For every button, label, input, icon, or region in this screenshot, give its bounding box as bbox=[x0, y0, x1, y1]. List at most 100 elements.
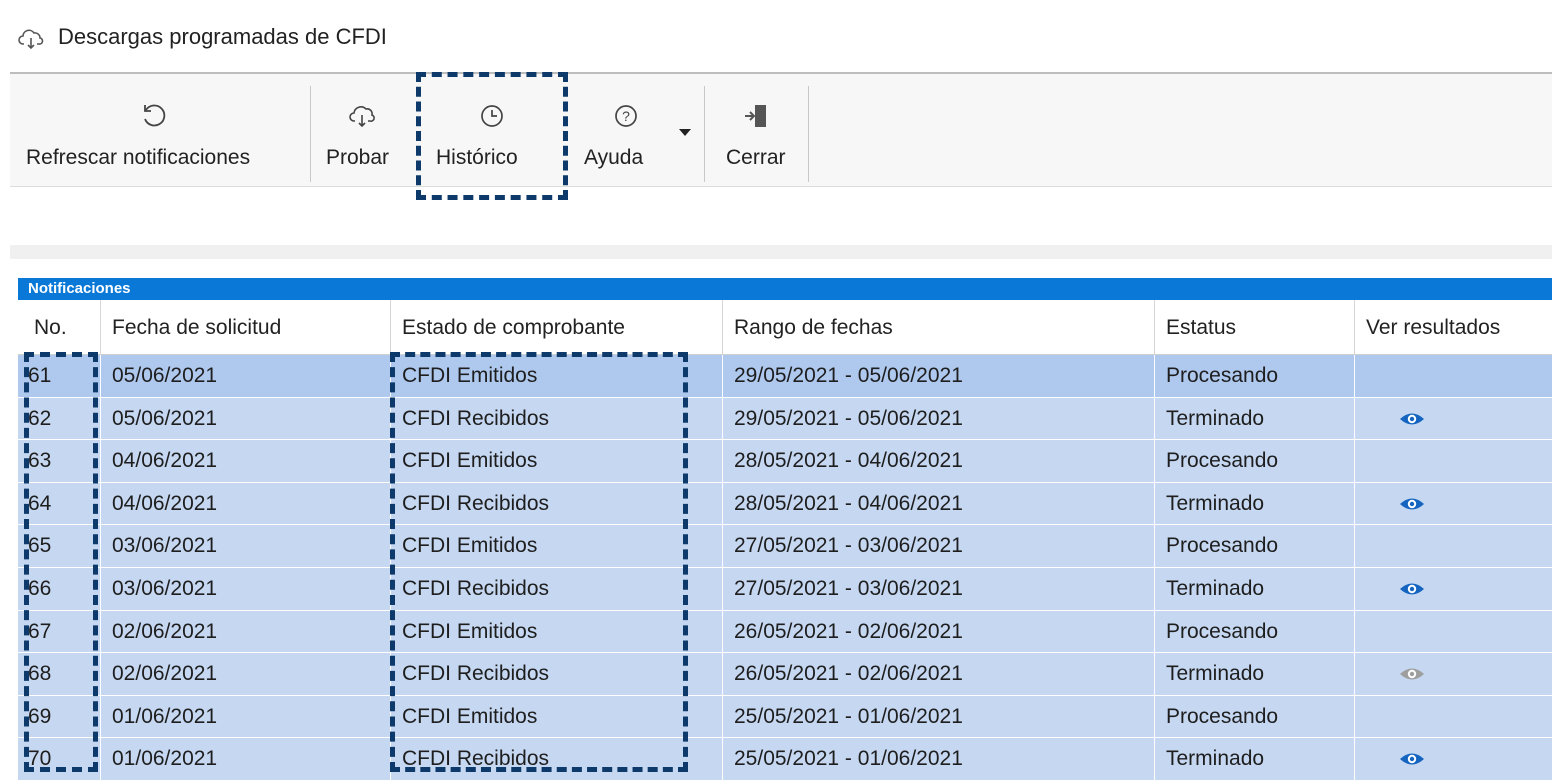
cell-separator bbox=[722, 482, 723, 525]
cell-separator bbox=[1354, 738, 1355, 780]
table-row[interactable]: 61 05/06/2021 CFDI Emitidos 29/05/2021 - 05… bbox=[18, 355, 1552, 398]
cell-separator bbox=[100, 567, 101, 610]
cell-separator bbox=[722, 567, 723, 610]
cerrar-button[interactable]: Cerrar bbox=[708, 74, 808, 186]
filter-area bbox=[10, 187, 1552, 245]
cell-separator bbox=[100, 610, 101, 653]
cell-separator bbox=[1354, 440, 1355, 482]
cell-fecha: 05/06/2021 bbox=[112, 364, 218, 387]
group-title: Notificaciones bbox=[28, 280, 131, 297]
cloud-download-icon bbox=[349, 106, 375, 128]
cell-fecha: 03/06/2021 bbox=[112, 534, 218, 558]
cell-separator bbox=[1354, 355, 1355, 397]
cell-separator bbox=[722, 525, 723, 567]
toolbar: Refrescar notificaciones Probar Históric… bbox=[10, 74, 1552, 187]
cell-separator bbox=[1354, 653, 1355, 695]
probar-label: Probar bbox=[326, 146, 390, 169]
cell-estatus: Procesando bbox=[1166, 364, 1279, 387]
table-row[interactable]: 64 04/06/2021 CFDI Recibidos 28/05/2021 - 0… bbox=[18, 482, 1552, 526]
cell-fecha: 02/06/2021 bbox=[112, 619, 218, 643]
table-row[interactable]: 67 02/06/2021 CFDI Emitidos 26/05/2021 - 02… bbox=[18, 610, 1552, 654]
cell-rango: 29/05/2021 - 05/06/2021 bbox=[734, 364, 963, 387]
ayuda-label: Ayuda bbox=[584, 146, 644, 169]
view-results-icon[interactable] bbox=[1398, 750, 1426, 768]
view-results-icon[interactable] bbox=[1398, 410, 1426, 428]
cell-separator bbox=[1354, 397, 1355, 440]
cell-separator bbox=[722, 397, 723, 440]
cell-fecha: 04/06/2021 bbox=[112, 491, 218, 515]
notifications-group-header: Notificaciones bbox=[18, 278, 1552, 300]
cell-separator bbox=[722, 653, 723, 695]
table-row[interactable]: 62 05/06/2021 CFDI Recibidos 29/05/2021 - 0… bbox=[18, 397, 1552, 441]
column-separator bbox=[1354, 300, 1355, 354]
table-row[interactable]: 63 04/06/2021 CFDI Emitidos 28/05/2021 - 04… bbox=[18, 440, 1552, 483]
cell-separator bbox=[722, 355, 723, 397]
toolbar-separator bbox=[808, 86, 809, 182]
column-separator bbox=[100, 300, 101, 354]
cell-rango: 28/05/2021 - 04/06/2021 bbox=[734, 449, 963, 473]
table-row[interactable]: 66 03/06/2021 CFDI Recibidos 27/05/2021 - 0… bbox=[18, 567, 1552, 611]
cell-separator bbox=[100, 525, 101, 567]
cell-estatus: Terminado bbox=[1166, 662, 1265, 686]
splitter bbox=[10, 245, 1552, 259]
view-results-icon[interactable] bbox=[1398, 495, 1426, 513]
cell-separator bbox=[1154, 653, 1155, 695]
cell-separator bbox=[100, 482, 101, 525]
view-results-icon[interactable] bbox=[1398, 580, 1426, 598]
cell-separator bbox=[1354, 610, 1355, 653]
dropdown-arrow-icon[interactable] bbox=[677, 128, 693, 138]
ayuda-button[interactable]: ? Ayuda bbox=[570, 74, 702, 186]
cell-estatus: Procesando bbox=[1166, 704, 1279, 728]
refresh-notifications-button[interactable]: Refrescar notificaciones bbox=[10, 74, 310, 186]
number-column-highlight bbox=[24, 352, 98, 772]
cell-rango: 26/05/2021 - 02/06/2021 bbox=[734, 662, 963, 686]
cell-separator bbox=[722, 738, 723, 780]
cell-separator bbox=[1354, 525, 1355, 567]
column-header-estatus[interactable]: Estatus bbox=[1166, 316, 1236, 340]
cell-rango: 28/05/2021 - 04/06/2021 bbox=[734, 491, 963, 515]
notifications-table-body: 61 05/06/2021 CFDI Emitidos 29/05/2021 - 05… bbox=[18, 355, 1552, 781]
probar-button[interactable]: Probar bbox=[314, 74, 410, 186]
cell-rango: 29/05/2021 - 05/06/2021 bbox=[734, 406, 963, 430]
view-results-icon-disabled bbox=[1400, 668, 1424, 680]
column-header-fecha[interactable]: Fecha de solicitud bbox=[112, 316, 281, 340]
cell-separator bbox=[722, 695, 723, 738]
cell-rango: 27/05/2021 - 03/06/2021 bbox=[734, 534, 963, 558]
historico-highlight bbox=[416, 72, 568, 200]
table-row[interactable]: 70 01/06/2021 CFDI Recibidos 25/05/2021 - 0… bbox=[18, 738, 1552, 781]
table-row[interactable]: 68 02/06/2021 CFDI Recibidos 26/05/2021 - 0… bbox=[18, 653, 1552, 696]
cell-separator bbox=[100, 653, 101, 695]
table-row[interactable]: 69 01/06/2021 CFDI Emitidos 25/05/2021 - 01… bbox=[18, 695, 1552, 739]
column-header-estado[interactable]: Estado de comprobante bbox=[402, 316, 625, 340]
cell-separator bbox=[1154, 525, 1155, 567]
toolbar-separator bbox=[310, 86, 311, 182]
cell-separator bbox=[1354, 695, 1355, 738]
column-header-ver[interactable]: Ver resultados bbox=[1366, 316, 1500, 340]
cell-separator bbox=[1154, 610, 1155, 653]
refresh-icon bbox=[144, 104, 166, 127]
svg-text:?: ? bbox=[622, 108, 630, 124]
cell-separator bbox=[1154, 482, 1155, 525]
cell-estatus: Terminado bbox=[1166, 747, 1265, 771]
cell-separator bbox=[722, 440, 723, 482]
cell-estatus: Procesando bbox=[1166, 534, 1279, 558]
cell-fecha: 03/06/2021 bbox=[112, 576, 218, 600]
cerrar-label: Cerrar bbox=[726, 146, 786, 169]
cloud-download-icon bbox=[18, 29, 44, 50]
table-row[interactable]: 65 03/06/2021 CFDI Emitidos 27/05/2021 - 03… bbox=[18, 525, 1552, 568]
cell-estatus: Procesando bbox=[1166, 449, 1279, 473]
cell-fecha: 05/06/2021 bbox=[112, 406, 218, 430]
window-title: Descargas programadas de CFDI bbox=[58, 24, 387, 49]
cell-estatus: Terminado bbox=[1166, 406, 1265, 430]
column-header-row: No. Fecha de solicitud Estado de comprob… bbox=[18, 300, 1552, 355]
cell-separator bbox=[1154, 440, 1155, 482]
toolbar-separator bbox=[704, 86, 705, 182]
column-header-no[interactable]: No. bbox=[34, 316, 67, 340]
cell-separator bbox=[1154, 355, 1155, 397]
column-header-rango[interactable]: Rango de fechas bbox=[734, 316, 893, 340]
cell-separator bbox=[1354, 482, 1355, 525]
cell-separator bbox=[1154, 738, 1155, 780]
estado-column-highlight bbox=[390, 352, 688, 772]
cell-separator bbox=[100, 738, 101, 780]
cell-separator bbox=[1354, 567, 1355, 610]
